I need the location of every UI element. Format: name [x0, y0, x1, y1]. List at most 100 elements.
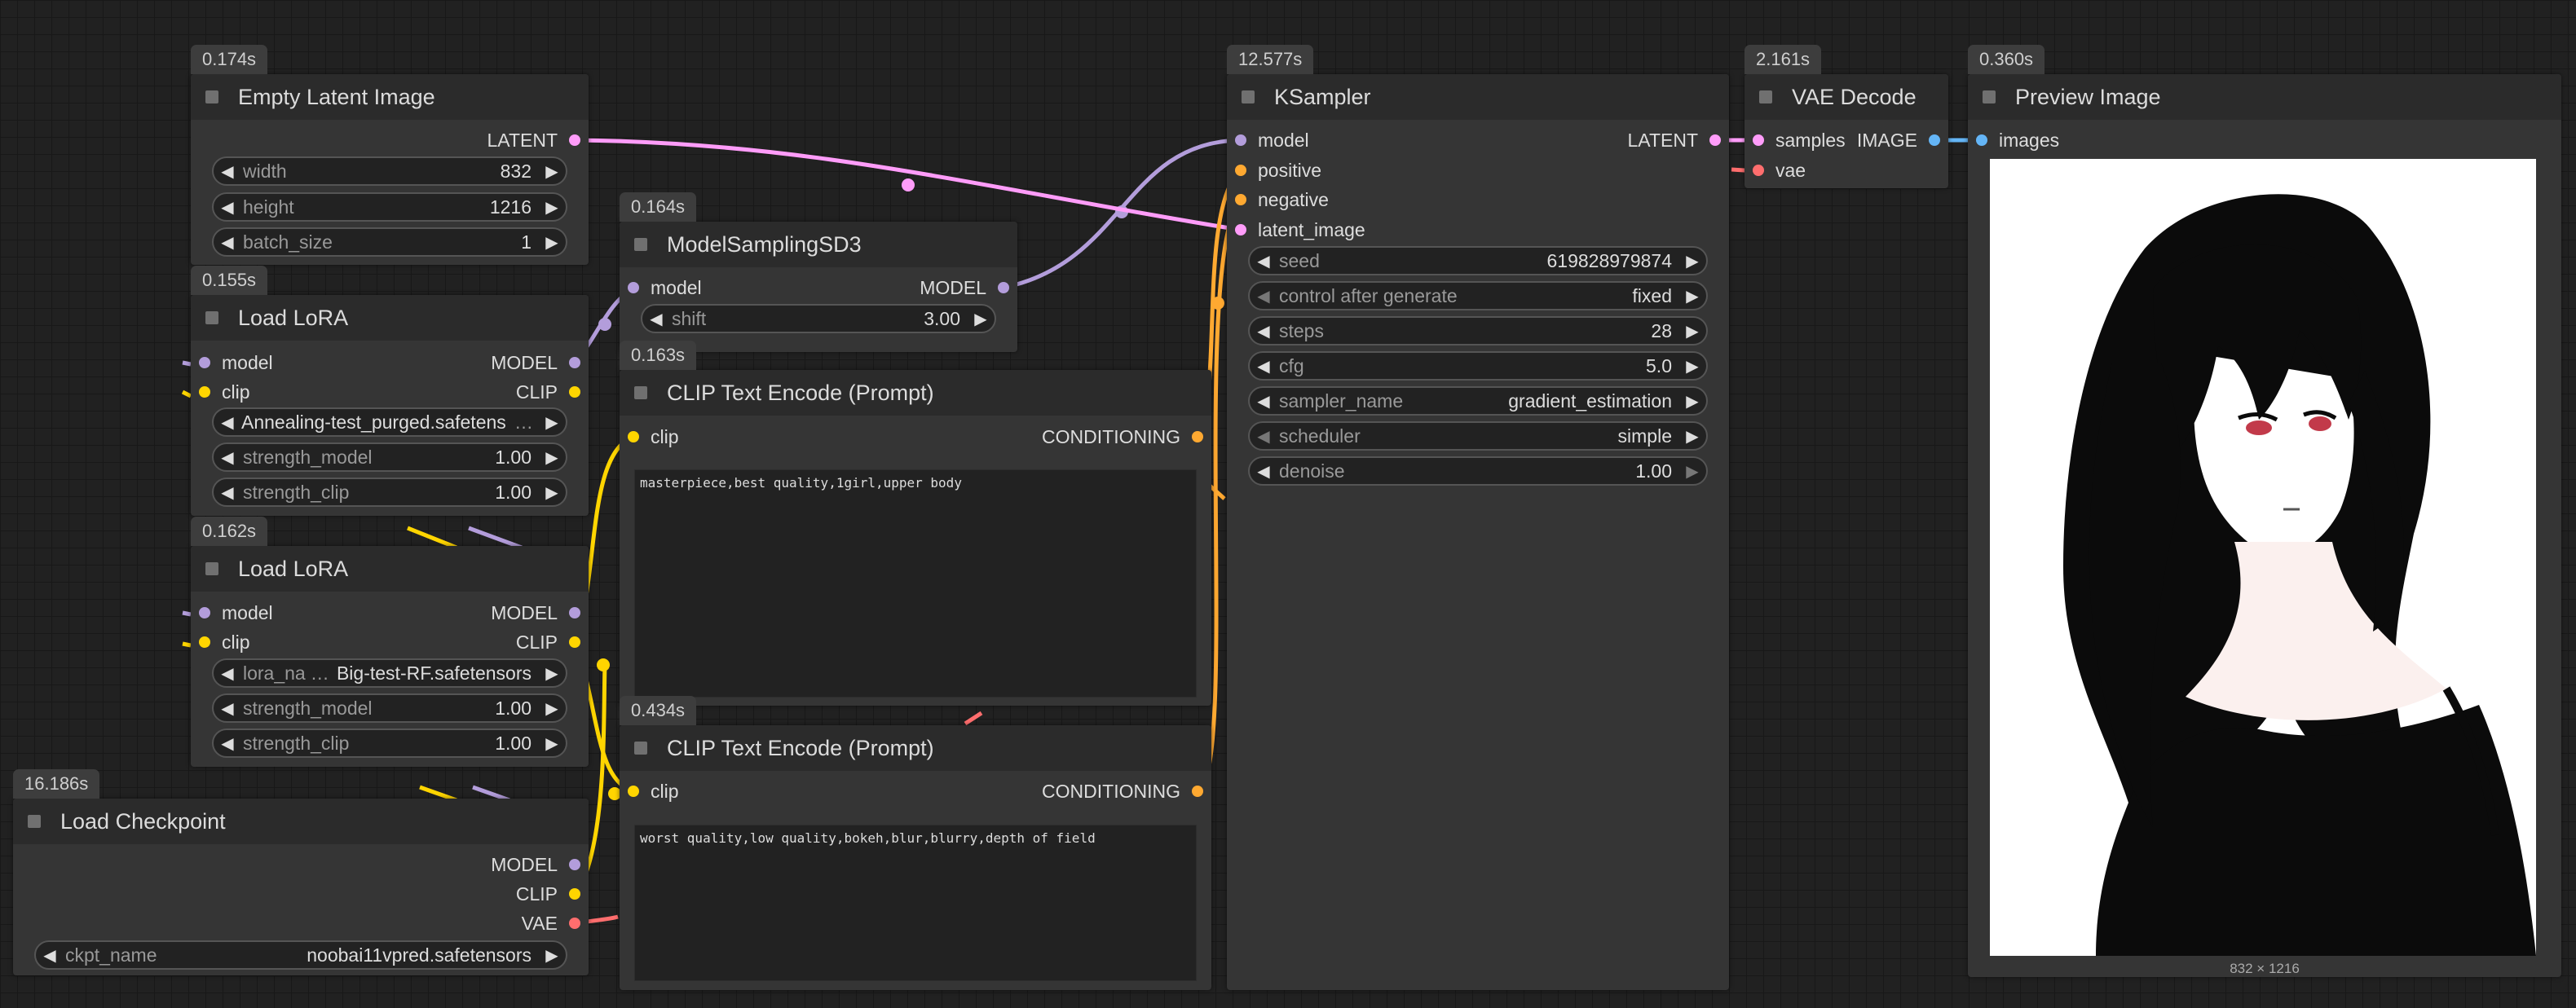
input-clip[interactable]: clip: [191, 628, 250, 656]
input-slot-dot[interactable]: [1235, 194, 1246, 205]
output-latent[interactable]: LATENT: [1628, 126, 1729, 154]
output-slot-dot[interactable]: [1709, 134, 1721, 146]
widget-strength-model[interactable]: ◀ strength_model 1.00 ▶: [212, 442, 567, 472]
increment-arrow-icon[interactable]: ▶: [1678, 356, 1706, 376]
output-model[interactable]: MODEL: [491, 349, 589, 376]
decrement-arrow-icon[interactable]: ◀: [214, 161, 241, 182]
input-slot-dot[interactable]: [628, 282, 639, 293]
increment-arrow-icon[interactable]: ▶: [538, 161, 566, 182]
prev-arrow-icon[interactable]: ◀: [1250, 391, 1277, 412]
widget-width[interactable]: ◀ width 832 ▶: [212, 156, 567, 186]
prev-arrow-icon[interactable]: ◀: [36, 945, 64, 966]
node-title-bar[interactable]: Load Checkpoint: [13, 799, 589, 844]
node-vae-decode[interactable]: 2.161s VAE Decode samples IMAGE vae: [1745, 45, 1948, 188]
node-title-bar[interactable]: Load LoRA: [191, 295, 589, 341]
node-load-lora-2[interactable]: 0.162s Load LoRA model MODEL clip CLIP ◀…: [191, 517, 589, 767]
increment-arrow-icon[interactable]: ▶: [1678, 251, 1706, 271]
decrement-arrow-icon[interactable]: ◀: [1250, 356, 1277, 376]
input-slot-dot[interactable]: [199, 636, 210, 648]
input-model[interactable]: model: [191, 349, 273, 376]
input-slot-dot[interactable]: [199, 607, 210, 618]
output-model[interactable]: MODEL: [491, 851, 589, 878]
widget-ckpt-name[interactable]: ◀ ckpt_name noobai11vpred.safetensors ▶: [34, 940, 567, 970]
prev-arrow-icon[interactable]: ◀: [1250, 286, 1277, 306]
node-title-bar[interactable]: Empty Latent Image: [191, 74, 589, 120]
node-title-bar[interactable]: VAE Decode: [1745, 74, 1948, 120]
increment-arrow-icon[interactable]: ▶: [967, 309, 995, 329]
output-slot-dot[interactable]: [569, 918, 580, 929]
node-clip-text-encode-positive[interactable]: 0.163s CLIP Text Encode (Prompt) clip CO…: [620, 341, 1211, 706]
input-slot-dot[interactable]: [199, 386, 210, 398]
widget-cfg[interactable]: ◀ cfg 5.0 ▶: [1248, 351, 1708, 381]
node-title-bar[interactable]: Preview Image: [1968, 74, 2561, 120]
widget-height[interactable]: ◀ height 1216 ▶: [212, 192, 567, 222]
output-slot-dot[interactable]: [1929, 134, 1940, 146]
input-slot-dot[interactable]: [1235, 134, 1246, 146]
prev-arrow-icon[interactable]: ◀: [214, 663, 241, 684]
node-preview-image[interactable]: 0.360s Preview Image images 832 × 1216: [1968, 45, 2561, 977]
output-slot-dot[interactable]: [569, 386, 580, 398]
increment-arrow-icon[interactable]: ▶: [538, 232, 566, 253]
decrement-arrow-icon[interactable]: ◀: [642, 309, 670, 329]
output-vae[interactable]: VAE: [522, 909, 589, 937]
output-slot-dot[interactable]: [569, 888, 580, 900]
output-slot-dot[interactable]: [1192, 786, 1203, 797]
node-title-bar[interactable]: KSampler: [1227, 74, 1729, 120]
widget-steps[interactable]: ◀ steps 28 ▶: [1248, 316, 1708, 346]
collapse-icon[interactable]: [205, 311, 218, 324]
decrement-arrow-icon[interactable]: ◀: [214, 232, 241, 253]
next-arrow-icon[interactable]: ▶: [538, 945, 566, 966]
widget-batch-size[interactable]: ◀ batch_size 1 ▶: [212, 227, 567, 257]
widget-scheduler[interactable]: ◀ scheduler simple ▶: [1248, 421, 1708, 451]
decrement-arrow-icon[interactable]: ◀: [1250, 461, 1277, 482]
decrement-arrow-icon[interactable]: ◀: [1250, 321, 1277, 341]
widget-shift[interactable]: ◀ shift 3.00 ▶: [641, 304, 996, 333]
increment-arrow-icon[interactable]: ▶: [538, 482, 566, 503]
output-slot-dot[interactable]: [569, 134, 580, 146]
next-arrow-icon[interactable]: ▶: [1678, 286, 1706, 306]
decrement-arrow-icon[interactable]: ◀: [214, 482, 241, 503]
increment-arrow-icon[interactable]: ▶: [538, 698, 566, 719]
output-model[interactable]: MODEL: [920, 274, 1017, 302]
next-arrow-icon[interactable]: ▶: [1678, 391, 1706, 412]
input-vae[interactable]: vae: [1745, 156, 1806, 184]
collapse-icon[interactable]: [1759, 90, 1772, 103]
input-clip[interactable]: clip: [191, 378, 250, 406]
input-model[interactable]: model: [1227, 126, 1309, 154]
node-title-bar[interactable]: ModelSamplingSD3: [620, 222, 1017, 267]
output-slot-dot[interactable]: [569, 357, 580, 368]
prev-arrow-icon[interactable]: ◀: [1250, 426, 1277, 447]
collapse-icon[interactable]: [28, 815, 41, 828]
increment-arrow-icon[interactable]: ▶: [538, 733, 566, 754]
output-clip[interactable]: CLIP: [516, 378, 589, 406]
collapse-icon[interactable]: [1242, 90, 1255, 103]
widget-seed[interactable]: ◀ seed 619828979874 ▶: [1248, 246, 1708, 275]
input-slot-dot[interactable]: [628, 786, 639, 797]
input-slot-dot[interactable]: [1753, 134, 1764, 146]
output-slot-dot[interactable]: [569, 859, 580, 870]
widget-control-after-generate[interactable]: ◀ control after generate fixed ▶: [1248, 281, 1708, 310]
collapse-icon[interactable]: [634, 386, 647, 399]
node-title-bar[interactable]: Load LoRA: [191, 546, 589, 592]
node-model-sampling-sd3[interactable]: 0.164s ModelSamplingSD3 model MODEL ◀ sh…: [620, 192, 1017, 352]
output-image[interactable]: IMAGE: [1857, 126, 1948, 154]
decrement-arrow-icon[interactable]: ◀: [214, 197, 241, 218]
prompt-textarea[interactable]: worst quality,low quality,bokeh,blur,blu…: [634, 825, 1197, 981]
collapse-icon[interactable]: [634, 238, 647, 251]
input-slot-dot[interactable]: [1235, 224, 1246, 235]
output-slot-dot[interactable]: [998, 282, 1009, 293]
widget-lora-name[interactable]: ◀ lora_na … Big-test-RF.safetensors ▶: [212, 658, 567, 688]
node-clip-text-encode-negative[interactable]: 0.434s CLIP Text Encode (Prompt) clip CO…: [620, 696, 1211, 990]
output-model[interactable]: MODEL: [491, 599, 589, 627]
increment-arrow-icon[interactable]: ▶: [538, 197, 566, 218]
widget-strength-clip[interactable]: ◀ strength_clip 1.00 ▶: [212, 478, 567, 507]
input-model[interactable]: model: [620, 274, 702, 302]
input-images[interactable]: images: [1968, 126, 2059, 154]
widget-strength-model[interactable]: ◀ strength_model 1.00 ▶: [212, 693, 567, 723]
input-slot-dot[interactable]: [1235, 165, 1246, 176]
increment-arrow-icon[interactable]: ▶: [538, 447, 566, 468]
prompt-textarea[interactable]: masterpiece,best quality,1girl,upper bod…: [634, 469, 1197, 698]
widget-strength-clip[interactable]: ◀ strength_clip 1.00 ▶: [212, 728, 567, 758]
output-clip[interactable]: CLIP: [516, 880, 589, 908]
output-slot-dot[interactable]: [1192, 431, 1203, 442]
